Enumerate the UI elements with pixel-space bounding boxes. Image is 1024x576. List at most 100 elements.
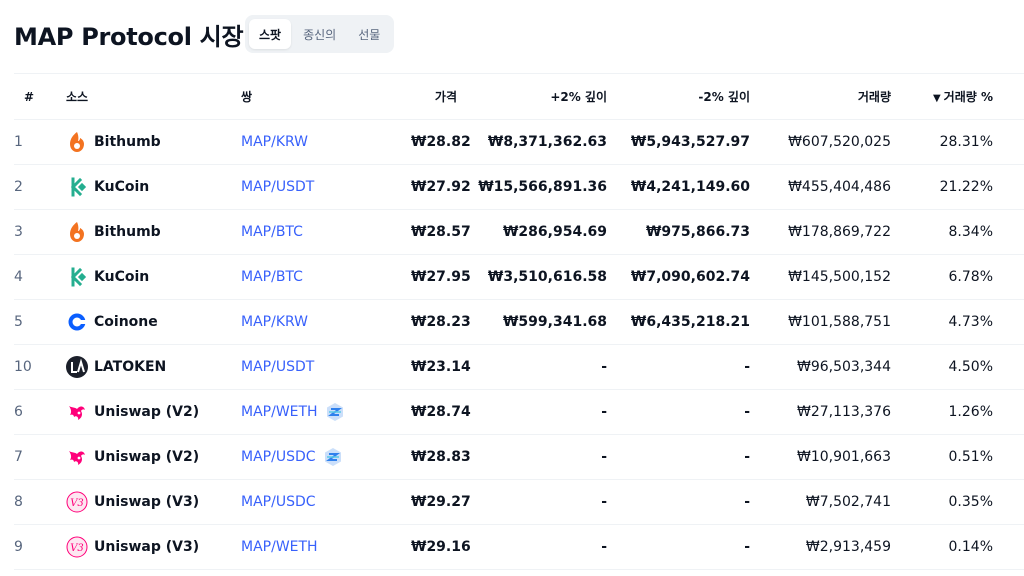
header-source[interactable]: 소스: [66, 74, 241, 120]
row-volume: ₩607,520,025: [788, 134, 891, 150]
pair-link[interactable]: MAP/WETH: [241, 404, 318, 420]
tab-perpetual[interactable]: 종신의: [293, 19, 346, 49]
row-depth-plus: -: [601, 494, 607, 510]
row-depth-minus: -: [744, 359, 750, 375]
row-source[interactable]: Coinone: [66, 300, 241, 345]
uniswap-v3-logo-icon: V3: [66, 491, 88, 513]
header-pair[interactable]: 쌍: [241, 74, 411, 120]
pair-link[interactable]: MAP/WETH: [241, 539, 318, 555]
svg-text:V3: V3: [70, 498, 84, 509]
table-row[interactable]: 9 V3 Uniswap (V3) MAP/WETH ₩29.16 - - ₩2…: [14, 524, 1024, 570]
row-source[interactable]: Uniswap (V2): [66, 390, 241, 435]
row-depth-plus: -: [601, 359, 607, 375]
kucoin-logo-icon: [66, 176, 88, 198]
exchange-name[interactable]: KuCoin: [94, 179, 149, 195]
row-depth-minus: ₩6,435,218.21: [630, 314, 750, 330]
row-source[interactable]: V3 Uniswap (V3): [66, 480, 241, 525]
row-volume: ₩455,404,486: [788, 179, 891, 195]
row-rank: 1: [14, 134, 23, 150]
row-spacer: [993, 120, 1024, 165]
page-title: MAP Protocol 시장: [14, 22, 244, 51]
row-price: ₩23.14: [411, 359, 471, 375]
table-row[interactable]: 7 Uniswap (V2) MAP/USDC ₩28.83 - - ₩10,9…: [14, 434, 1024, 480]
row-source[interactable]: KuCoin: [66, 165, 241, 210]
table-row[interactable]: 5 Coinone MAP/KRW ₩28.23 ₩599,341.68 ₩6,…: [14, 299, 1024, 345]
row-source[interactable]: LATOKEN: [66, 345, 241, 390]
exchange-name[interactable]: Uniswap (V2): [94, 449, 199, 465]
pair-link[interactable]: MAP/KRW: [241, 134, 308, 150]
pair-link[interactable]: MAP/USDC: [241, 494, 316, 510]
exchange-name[interactable]: Uniswap (V3): [94, 494, 199, 510]
table-row[interactable]: 6 Uniswap (V2) MAP/WETH ₩28.74 - - ₩27,1…: [14, 389, 1024, 435]
pair-link[interactable]: MAP/USDT: [241, 179, 314, 195]
row-spacer: [993, 210, 1024, 255]
row-volume: ₩178,869,722: [788, 224, 891, 240]
row-depth-plus: ₩8,371,362.63: [487, 134, 607, 150]
exchange-name[interactable]: LATOKEN: [94, 359, 166, 375]
pair-link[interactable]: MAP/USDC: [241, 449, 316, 465]
row-depth-minus: -: [744, 539, 750, 555]
header-price[interactable]: 가격: [411, 74, 457, 120]
exchange-name[interactable]: Uniswap (V2): [94, 404, 199, 420]
row-depth-plus: -: [601, 539, 607, 555]
exchange-name[interactable]: Bithumb: [94, 224, 161, 240]
header-volume-pct-label: 거래량 %: [943, 90, 993, 104]
row-depth-plus: ₩15,566,891.36: [478, 179, 607, 195]
exchange-name[interactable]: Coinone: [94, 314, 158, 330]
uniswap-logo-icon: [66, 401, 88, 423]
row-source[interactable]: Bithumb: [66, 210, 241, 255]
row-pair: MAP/WETH: [241, 390, 411, 435]
header-spacer: [993, 74, 1024, 120]
table-row[interactable]: 8 V3 Uniswap (V3) MAP/USDC ₩29.27 - - ₩7…: [14, 479, 1024, 525]
row-spacer: [993, 435, 1024, 480]
row-source[interactable]: V3 Uniswap (V3): [66, 525, 241, 570]
row-volume-pct: 4.73%: [948, 314, 993, 330]
table-row[interactable]: 4 KuCoin MAP/BTC ₩27.95 ₩3,510,616.58 ₩7…: [14, 254, 1024, 300]
pair-link[interactable]: MAP/BTC: [241, 224, 303, 240]
row-spacer: [993, 525, 1024, 570]
header-depth-plus[interactable]: +2% 깊이: [457, 74, 607, 120]
header-depth-minus[interactable]: -2% 깊이: [607, 74, 750, 120]
row-volume-pct: 28.31%: [939, 134, 993, 150]
row-depth-minus: ₩4,241,149.60: [630, 179, 750, 195]
dex-badge-icon: [322, 446, 344, 468]
pair-link[interactable]: MAP/BTC: [241, 269, 303, 285]
pair-link[interactable]: MAP/USDT: [241, 359, 314, 375]
tab-futures[interactable]: 선물: [348, 19, 390, 49]
row-spacer: [993, 480, 1024, 525]
row-rank: 2: [14, 179, 23, 195]
row-spacer: [993, 345, 1024, 390]
table-row[interactable]: 1 Bithumb MAP/KRW ₩28.82 ₩8,371,362.63 ₩…: [14, 119, 1024, 165]
kucoin-logo-icon: [66, 266, 88, 288]
row-price: ₩27.95: [411, 269, 471, 285]
row-volume: ₩96,503,344: [796, 359, 891, 375]
svg-text:V3: V3: [70, 543, 84, 554]
row-source[interactable]: Bithumb: [66, 120, 241, 165]
table-header-row: # 소스 쌍 가격 +2% 깊이 -2% 깊이 거래량 ▼ 거래량 %: [14, 73, 1024, 120]
sort-desc-icon: ▼: [932, 93, 941, 104]
exchange-name[interactable]: Uniswap (V3): [94, 539, 199, 555]
pair-link[interactable]: MAP/KRW: [241, 314, 308, 330]
header-rank[interactable]: #: [14, 74, 66, 120]
row-rank: 8: [14, 494, 23, 510]
tab-spot[interactable]: 스팟: [249, 19, 292, 49]
table-row[interactable]: 2 KuCoin MAP/USDT ₩27.92 ₩15,566,891.36 …: [14, 164, 1024, 210]
dex-badge-icon: [324, 401, 346, 423]
row-depth-plus: ₩599,341.68: [502, 314, 607, 330]
row-source[interactable]: Uniswap (V2): [66, 435, 241, 480]
row-volume: ₩145,500,152: [788, 269, 891, 285]
uniswap-logo-icon: [66, 446, 88, 468]
header-volume-pct[interactable]: ▼ 거래량 %: [891, 74, 993, 120]
table-row[interactable]: 3 Bithumb MAP/BTC ₩28.57 ₩286,954.69 ₩97…: [14, 209, 1024, 255]
exchange-name[interactable]: KuCoin: [94, 269, 149, 285]
row-depth-plus: -: [601, 449, 607, 465]
row-source[interactable]: KuCoin: [66, 255, 241, 300]
row-volume-pct: 21.22%: [939, 179, 993, 195]
row-volume-pct: 6.78%: [948, 269, 993, 285]
exchange-name[interactable]: Bithumb: [94, 134, 161, 150]
header-volume[interactable]: 거래량: [750, 74, 891, 120]
row-volume-pct: 8.34%: [948, 224, 993, 240]
row-rank: 10: [14, 359, 32, 375]
row-volume: ₩10,901,663: [796, 449, 891, 465]
table-row[interactable]: 10 LATOKEN MAP/USDT ₩23.14 - - ₩96,503,3…: [14, 344, 1024, 390]
